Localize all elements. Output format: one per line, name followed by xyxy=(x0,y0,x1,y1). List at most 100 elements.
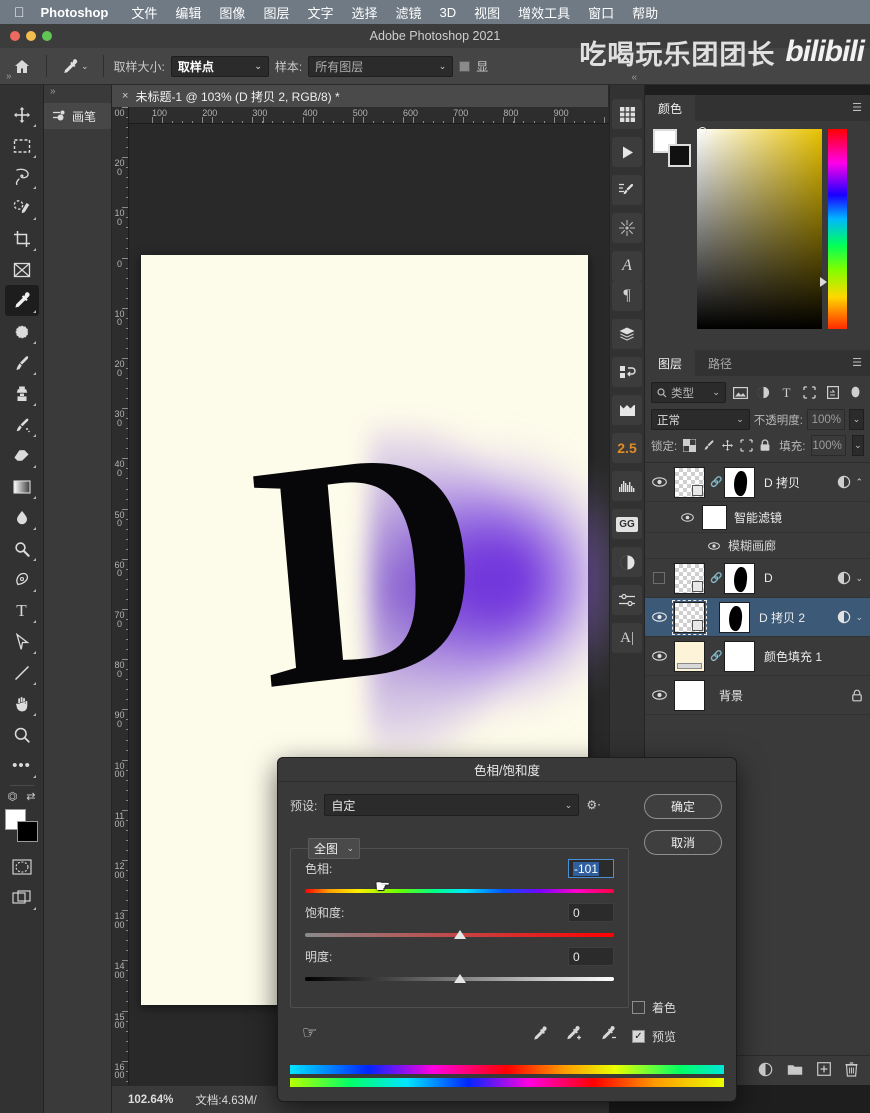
color-panel-swatches[interactable] xyxy=(653,129,691,167)
link-icon[interactable]: 🔗 xyxy=(710,651,722,662)
layer-thumbnail[interactable] xyxy=(672,599,707,635)
toolbar-collapse-icon[interactable]: » xyxy=(6,71,12,82)
expand-caret[interactable]: ⌄ xyxy=(855,573,863,584)
hue-slider-track[interactable]: ☛ xyxy=(305,877,614,896)
lock-all-icon[interactable] xyxy=(759,439,771,452)
zoom-level[interactable]: 102.64% xyxy=(128,1094,173,1106)
rightdock-collapse-icon[interactable]: « xyxy=(631,72,637,83)
menu-item-edit[interactable]: 编辑 xyxy=(166,3,210,22)
sidebar-item-brush[interactable]: 画笔 xyxy=(44,103,111,129)
horizontal-ruler[interactable]: 100 200 300 400 500 600 700 800 900 xyxy=(128,107,609,124)
tab-paths[interactable]: 路径 xyxy=(695,350,745,376)
menu-item-layer[interactable]: 图层 xyxy=(254,3,298,22)
history-brush-tool[interactable] xyxy=(5,409,39,440)
eyedropper-tool[interactable] xyxy=(4,285,39,316)
lock-position-icon[interactable] xyxy=(721,439,734,452)
layer-fx-indicator[interactable]: ⌄ xyxy=(837,610,866,624)
expand-caret[interactable]: ⌄ xyxy=(855,612,863,623)
gear-icon[interactable]: ⚙⋅ xyxy=(586,798,601,812)
eraser-tool[interactable] xyxy=(5,440,39,471)
link-icon[interactable]: 🔗 xyxy=(710,477,722,488)
menu-item-view[interactable]: 视图 xyxy=(465,3,509,22)
menu-item-plugins[interactable]: 增效工具 xyxy=(509,3,579,22)
actions-icon[interactable] xyxy=(612,137,642,167)
menu-item-file[interactable]: 文件 xyxy=(122,3,166,22)
rectangular-marquee-tool[interactable] xyxy=(5,130,39,161)
expand-caret[interactable]: ⌃ xyxy=(855,477,863,488)
histogram-icon[interactable] xyxy=(612,471,642,501)
layers-panel-menu-icon[interactable]: ☰ xyxy=(852,358,862,369)
sample-size-select[interactable]: 取样点 ⌄ xyxy=(170,55,269,77)
lock-artboard-icon[interactable] xyxy=(740,439,753,452)
saturation-slider-handle[interactable] xyxy=(453,930,466,939)
layer-visibility-toggle[interactable] xyxy=(649,651,669,661)
brush-tool[interactable] xyxy=(5,347,39,378)
apple-logo-icon[interactable]:  xyxy=(8,5,37,19)
show-sampling-ring-checkbox[interactable] xyxy=(459,60,471,72)
table-row[interactable]: 🔗 D 拷贝 ⌃ xyxy=(645,463,870,502)
eyedropper-add-icon[interactable] xyxy=(564,1025,583,1046)
eyedropper-subtract-icon[interactable] xyxy=(599,1025,618,1046)
saturation-input[interactable]: 0 xyxy=(568,903,614,922)
layer-comps-icon[interactable] xyxy=(612,319,642,349)
menu-item-select[interactable]: 选择 xyxy=(342,3,386,22)
menu-app-name[interactable]: Photoshop xyxy=(37,5,123,20)
screen-mode-icon[interactable] xyxy=(5,882,39,913)
sample-select[interactable]: 所有图层 ⌄ xyxy=(308,55,454,77)
adjusted-color-bar[interactable] xyxy=(290,1078,724,1087)
default-colors-icon[interactable]: ⏣ xyxy=(8,790,18,803)
menu-item-filter[interactable]: 滤镜 xyxy=(386,3,430,22)
version-badge-icon[interactable]: 2.5 xyxy=(612,433,642,463)
hand-icon[interactable]: ☞ xyxy=(302,1023,317,1043)
layer-visibility-toggle[interactable] xyxy=(649,690,669,700)
tab-color[interactable]: 颜色 xyxy=(645,95,696,121)
lock-image-icon[interactable] xyxy=(702,439,715,452)
blur-tool[interactable] xyxy=(5,502,39,533)
vertical-ruler[interactable]: 00 200 100 0 100 200 300 400 500 600 700 800 900 1000… xyxy=(112,107,129,1085)
leftpanel-collapse-icon[interactable]: » xyxy=(44,85,111,97)
dodge-tool[interactable] xyxy=(5,533,39,564)
notes-icon[interactable] xyxy=(612,395,642,425)
hue-saturation-dialog[interactable]: 色相/饱和度 预设: 自定 ⌄ ⚙⋅ 确定 取消 全图 ⌄ 色相: -101 ☛… xyxy=(277,757,737,1102)
active-tool-chip[interactable]: ⌄ xyxy=(57,58,93,75)
image-filter-icon[interactable] xyxy=(732,383,749,403)
line-shape-tool[interactable] xyxy=(5,657,39,688)
opacity-value[interactable]: 100% xyxy=(807,409,845,430)
layer-visibility-toggle[interactable] xyxy=(649,572,669,584)
swap-colors-icon[interactable]: ⇄ xyxy=(26,790,35,803)
shape-filter-icon[interactable] xyxy=(801,383,818,403)
lasso-tool[interactable] xyxy=(5,161,39,192)
clone-stamp-tool[interactable] xyxy=(5,378,39,409)
new-group-icon[interactable] xyxy=(787,1063,803,1079)
edit-range-select[interactable]: 全图 ⌄ xyxy=(308,838,360,859)
hand-tool[interactable] xyxy=(5,688,39,719)
hue-strip-marker[interactable] xyxy=(820,277,827,287)
lightness-slider-track[interactable] xyxy=(305,974,614,983)
panel-menu-icon[interactable]: ☰ xyxy=(852,103,862,114)
close-icon[interactable]: × xyxy=(122,90,128,102)
layer-mask-thumbnail[interactable] xyxy=(719,601,750,633)
menu-item-3d[interactable]: 3D xyxy=(431,5,466,20)
layer-fx-indicator[interactable]: ⌄ xyxy=(837,571,866,585)
lightness-input[interactable]: 0 xyxy=(568,947,614,966)
fill-caret[interactable]: ⌄ xyxy=(851,435,864,456)
glyphs-icon[interactable]: A| xyxy=(612,623,642,653)
new-layer-icon[interactable] xyxy=(817,1062,831,1079)
layer-mask-thumbnail[interactable] xyxy=(724,562,755,594)
menu-item-image[interactable]: 图像 xyxy=(210,3,254,22)
delete-layer-icon[interactable] xyxy=(845,1061,858,1080)
opacity-caret[interactable]: ⌄ xyxy=(849,409,864,430)
hue-strip[interactable] xyxy=(820,129,847,329)
gradient-tool[interactable] xyxy=(5,471,39,502)
colorize-row[interactable]: 着色 xyxy=(632,999,724,1016)
history-icon[interactable] xyxy=(612,357,642,387)
lock-transparent-icon[interactable] xyxy=(683,439,697,452)
layer-visibility-toggle[interactable] xyxy=(649,477,669,487)
edit-toolbar-more[interactable]: ••• xyxy=(5,750,39,781)
color-picker-handle[interactable] xyxy=(698,127,707,136)
layer-thumbnail[interactable] xyxy=(674,562,705,594)
lightness-slider-handle[interactable] xyxy=(453,974,466,983)
preview-checkbox[interactable]: ✓ xyxy=(632,1030,645,1043)
layer-thumbnail[interactable] xyxy=(674,679,705,711)
menu-item-type[interactable]: 文字 xyxy=(298,3,342,22)
